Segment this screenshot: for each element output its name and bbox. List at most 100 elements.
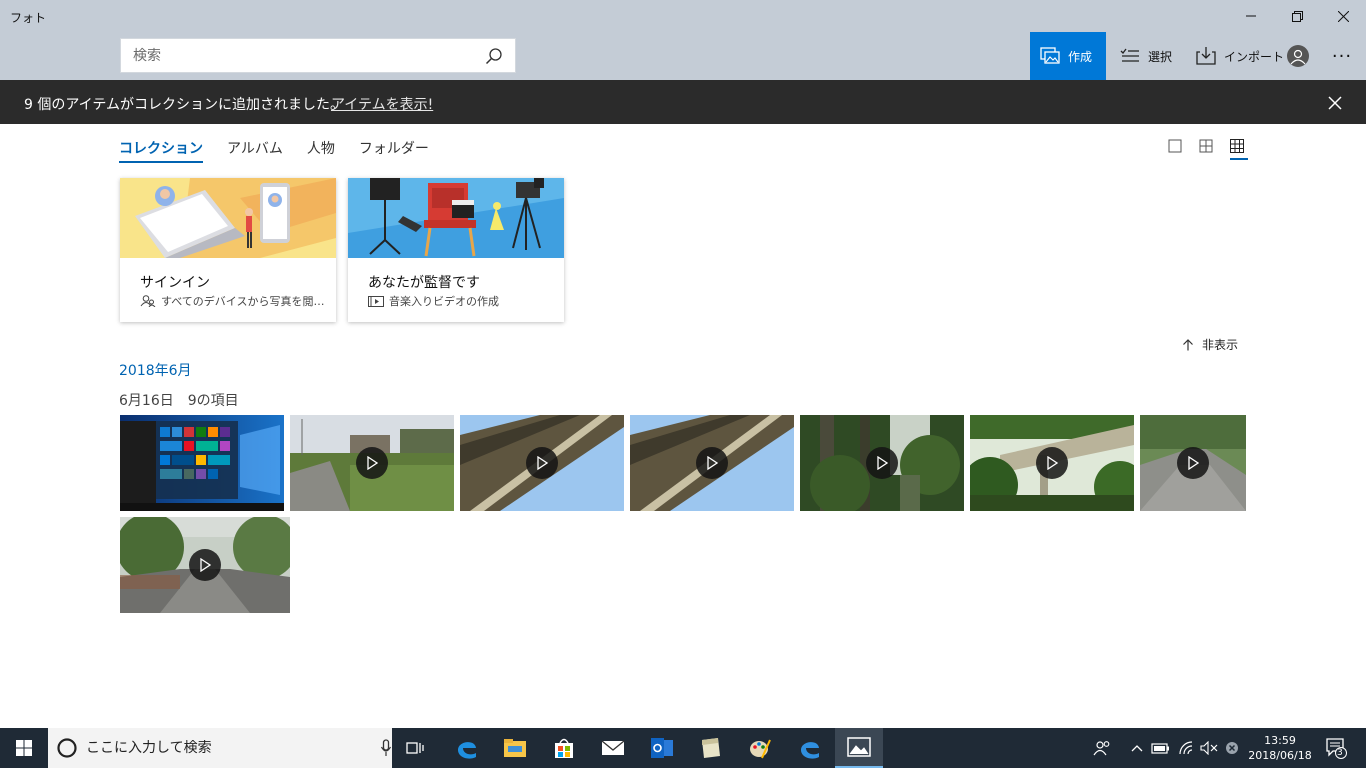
battery-button[interactable] bbox=[1150, 728, 1172, 768]
search-icon[interactable] bbox=[485, 47, 503, 65]
arrow-up-icon bbox=[1183, 338, 1193, 350]
taskbar-search-input[interactable] bbox=[86, 740, 356, 756]
import-label: インポート bbox=[1224, 49, 1285, 64]
select-label: 選択 bbox=[1148, 49, 1173, 64]
month-heading[interactable]: 2018年6月 bbox=[119, 360, 192, 380]
hide-label: 非表示 bbox=[1202, 338, 1239, 352]
microphone-icon[interactable] bbox=[380, 739, 392, 757]
tab-people[interactable]: 人物 bbox=[307, 138, 335, 163]
dismiss-notification-icon[interactable] bbox=[1324, 92, 1346, 114]
video-icon bbox=[368, 296, 384, 307]
hide-cards-button[interactable]: 非表示 bbox=[1182, 336, 1238, 353]
video-thumbnail[interactable] bbox=[630, 415, 794, 511]
taskbar-photos[interactable] bbox=[835, 728, 883, 768]
app-title: フォト bbox=[10, 11, 47, 25]
view-medium-button[interactable] bbox=[1199, 138, 1217, 156]
store-icon bbox=[555, 738, 573, 758]
action-center-button[interactable]: 3 bbox=[1316, 728, 1356, 768]
photos-icon bbox=[847, 737, 871, 757]
card-subtitle: 音楽入りビデオの作成 bbox=[389, 295, 499, 308]
taskbar-edge[interactable] bbox=[443, 728, 491, 768]
taskbar-store[interactable] bbox=[540, 728, 588, 768]
more-button[interactable]: ··· bbox=[1322, 32, 1362, 80]
section-tabs: コレクション アルバム 人物 フォルダー bbox=[119, 138, 429, 163]
search-input[interactable] bbox=[121, 39, 471, 72]
notes-icon bbox=[702, 738, 720, 758]
play-icon bbox=[696, 447, 728, 479]
video-thumbnail[interactable] bbox=[290, 415, 454, 511]
close-window-button[interactable] bbox=[1320, 0, 1366, 32]
restore-button[interactable] bbox=[1274, 0, 1320, 32]
play-icon bbox=[356, 447, 388, 479]
large-tiles-icon bbox=[1168, 139, 1182, 153]
card-subtitle: すべてのデバイスから写真を閲… bbox=[161, 295, 325, 308]
volume-button[interactable] bbox=[1198, 728, 1220, 768]
people-tray-button[interactable] bbox=[1090, 728, 1114, 768]
video-thumbnail[interactable] bbox=[120, 517, 290, 613]
small-tiles-icon bbox=[1230, 139, 1244, 153]
tab-albums[interactable]: アルバム bbox=[227, 138, 283, 163]
taskbar-mail[interactable] bbox=[589, 728, 637, 768]
tab-folders[interactable]: フォルダー bbox=[359, 138, 429, 163]
network-button[interactable] bbox=[1176, 728, 1198, 768]
play-icon bbox=[866, 447, 898, 479]
select-button[interactable]: 選択 bbox=[1110, 32, 1182, 80]
view-large-button[interactable] bbox=[1168, 138, 1186, 156]
video-thumbnail[interactable] bbox=[800, 415, 964, 511]
card-title: あなたが監督です bbox=[368, 275, 480, 291]
clock[interactable]: 13:59 2018/06/18 bbox=[1246, 733, 1314, 763]
chevron-up-icon bbox=[1131, 745, 1143, 752]
edge-icon bbox=[458, 742, 476, 759]
create-button[interactable]: 作成 bbox=[1030, 32, 1106, 80]
taskbar-file-explorer[interactable] bbox=[491, 728, 539, 768]
video-thumbnail[interactable] bbox=[460, 415, 624, 511]
play-icon bbox=[189, 549, 221, 581]
restore-icon bbox=[1291, 10, 1303, 22]
sign-in-illustration bbox=[120, 178, 336, 258]
video-thumbnail[interactable] bbox=[970, 415, 1134, 511]
paint-icon bbox=[750, 739, 771, 759]
ime-button[interactable] bbox=[1222, 728, 1242, 768]
ime-off-icon bbox=[1226, 742, 1238, 754]
import-button[interactable]: インポート bbox=[1186, 32, 1294, 80]
taskbar-notes[interactable] bbox=[687, 728, 735, 768]
sign-in-card[interactable]: サインイン すべてのデバイスから写真を閲… bbox=[120, 178, 336, 322]
day-count: 9の項目 bbox=[187, 393, 239, 409]
close-icon bbox=[1337, 10, 1349, 22]
tab-collection[interactable]: コレクション bbox=[119, 138, 203, 163]
create-label: 作成 bbox=[1068, 49, 1093, 64]
folder-icon bbox=[504, 739, 526, 757]
mail-icon bbox=[601, 740, 625, 755]
task-view-button[interactable] bbox=[392, 728, 440, 768]
start-button[interactable] bbox=[0, 728, 48, 768]
minimize-icon bbox=[1246, 15, 1256, 17]
taskbar-ie[interactable] bbox=[786, 728, 834, 768]
taskbar-paint[interactable] bbox=[736, 728, 784, 768]
create-icon bbox=[1040, 47, 1060, 64]
taskbar: 13:59 2018/06/18 3 bbox=[0, 728, 1366, 768]
play-icon bbox=[1177, 447, 1209, 479]
taskbar-outlook[interactable] bbox=[638, 728, 686, 768]
cortana-icon[interactable] bbox=[56, 737, 78, 759]
internet-explorer-icon bbox=[801, 742, 819, 759]
windows-logo-icon bbox=[16, 740, 32, 756]
people-icon bbox=[1093, 741, 1110, 756]
task-view-icon bbox=[406, 742, 424, 754]
taskbar-search-box bbox=[48, 728, 392, 768]
view-items-link[interactable]: アイテムを表示! bbox=[331, 94, 433, 114]
clock-date: 2018/06/18 bbox=[1248, 749, 1312, 762]
show-hidden-icons-button[interactable] bbox=[1128, 728, 1146, 768]
outlook-icon bbox=[651, 738, 673, 758]
minimize-button[interactable] bbox=[1228, 0, 1274, 32]
photo-thumbnail[interactable] bbox=[120, 415, 284, 511]
wifi-icon bbox=[1179, 741, 1193, 755]
director-card[interactable]: あなたが監督です 音楽入りビデオの作成 bbox=[348, 178, 564, 322]
volume-muted-icon bbox=[1200, 741, 1218, 755]
account-button[interactable] bbox=[1280, 32, 1316, 80]
view-small-button[interactable] bbox=[1230, 138, 1248, 160]
notification-message: 9 個のアイテムがコレクションに追加されました。 bbox=[24, 97, 344, 113]
video-thumbnail[interactable] bbox=[1140, 415, 1246, 511]
notification-count: 3 bbox=[1337, 748, 1343, 758]
play-icon bbox=[526, 447, 558, 479]
notification-icon bbox=[1326, 738, 1347, 759]
